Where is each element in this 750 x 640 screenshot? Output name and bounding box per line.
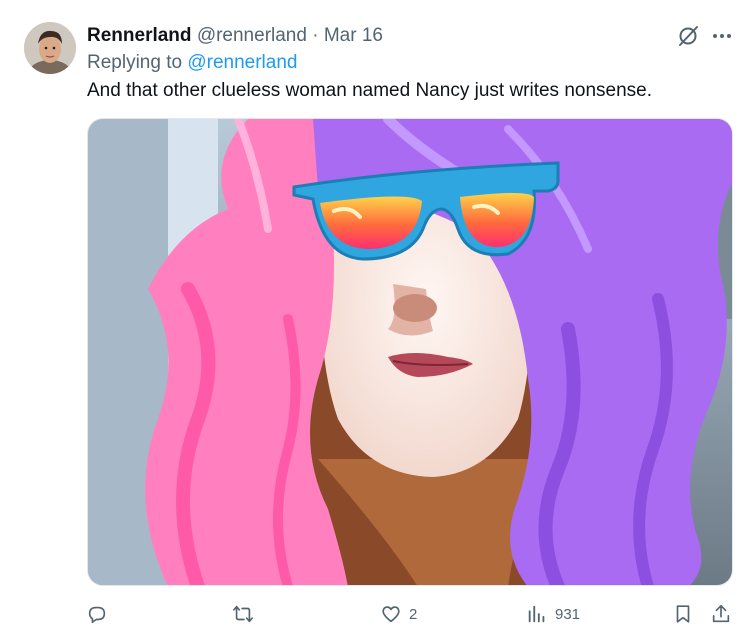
share-button[interactable]: [710, 600, 732, 628]
reply-button[interactable]: [86, 600, 115, 628]
replying-to: Replying to @rennerland: [87, 50, 297, 76]
views-chart-icon: [528, 605, 545, 623]
views-count: 931: [555, 605, 581, 623]
tweet-media-image[interactable]: [87, 118, 733, 586]
like-button[interactable]: 2: [380, 600, 417, 628]
views-button[interactable]: 931: [526, 600, 580, 628]
tweet: Rennerland @rennerland · Mar 16 Replying…: [0, 0, 750, 640]
heart-icon: [382, 606, 400, 623]
author-avatar[interactable]: [24, 22, 76, 74]
retweet-button[interactable]: [232, 600, 261, 628]
bookmark-button[interactable]: [672, 600, 694, 628]
tweet-actions: 2 931: [0, 596, 750, 632]
grok-icon[interactable]: [676, 24, 700, 48]
author-handle[interactable]: @rennerland: [197, 25, 307, 46]
more-icon[interactable]: [710, 24, 734, 48]
bookmark-icon: [676, 605, 690, 623]
avatar-photo: [24, 22, 76, 74]
tweet-text: And that other clueless woman named Nanc…: [87, 80, 653, 101]
replying-to-handle-link[interactable]: @rennerland: [187, 52, 297, 73]
replying-to-label: Replying to: [87, 52, 183, 73]
share-icon: [712, 604, 730, 623]
media-illustration: [88, 119, 732, 585]
header-separator: ·: [312, 25, 319, 46]
reply-icon: [88, 606, 106, 624]
like-count: 2: [409, 605, 418, 623]
tweet-date[interactable]: Mar 16: [324, 25, 383, 46]
retweet-icon: [233, 605, 253, 623]
tweet-header: Rennerland @rennerland · Mar 16: [87, 23, 383, 49]
author-name[interactable]: Rennerland: [87, 25, 192, 46]
